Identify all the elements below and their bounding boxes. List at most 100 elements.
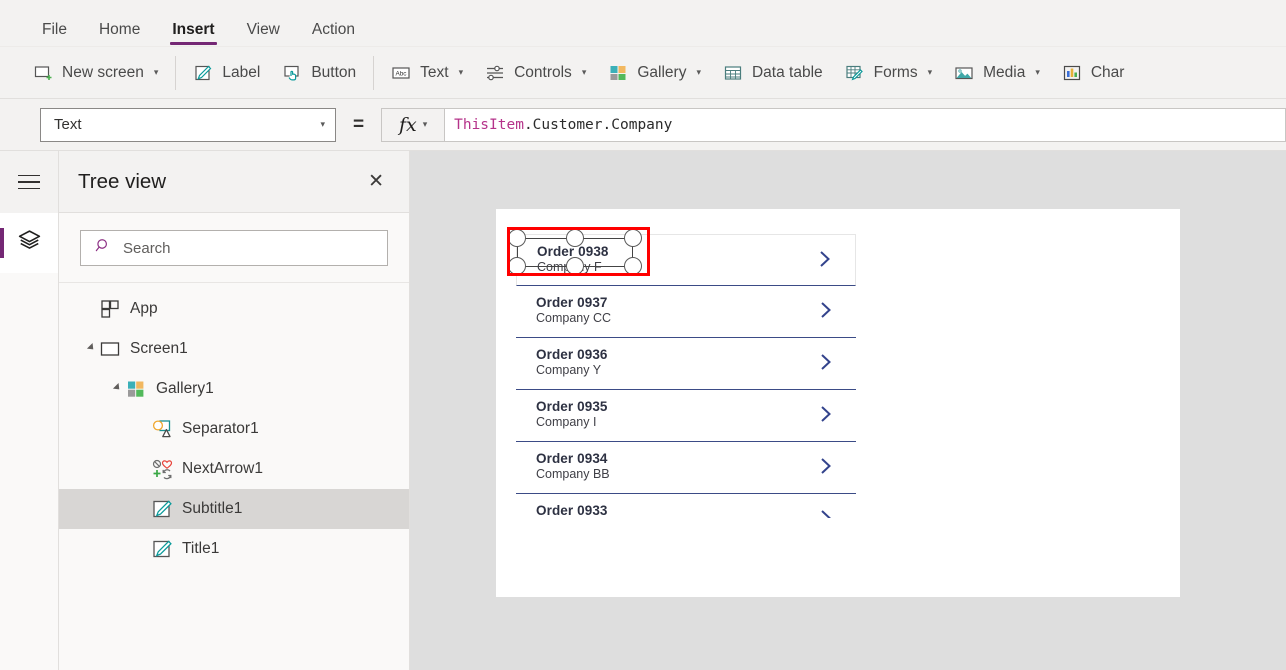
gallery-button[interactable]: Gallery ▾ (597, 56, 712, 90)
tree-item-title1[interactable]: Title1 (59, 529, 409, 569)
chevron-down-icon: ▾ (696, 67, 701, 77)
menu-item-view[interactable]: View (235, 21, 292, 47)
svg-text:Abc: Abc (396, 70, 408, 77)
button-button[interactable]: Button (271, 56, 367, 90)
tree-item-subtitle1[interactable]: Subtitle1 (59, 489, 409, 529)
screen-icon (99, 338, 121, 360)
gallery-row-subtitle: Company I (536, 415, 597, 429)
gallery-row[interactable]: Order 0937 Company CC (516, 286, 856, 338)
app-canvas[interactable]: Order 0938 Company F Order 0937 Company … (410, 151, 1286, 670)
charts-button-label: Char (1090, 63, 1125, 81)
new-screen-button[interactable]: New screen ▾ (22, 56, 169, 90)
tree-item-label: Separator1 (182, 420, 259, 437)
tree-item-nextarrow1[interactable]: NextArrow1 (59, 449, 409, 489)
twisty-expanded-icon[interactable] (83, 342, 99, 353)
formula-bar: Text ▾ = fx ▾ ThisItem .Customer.Company (0, 99, 1286, 151)
text-button-label: Text (420, 63, 449, 81)
menu-item-insert[interactable]: Insert (160, 21, 226, 47)
resize-handle-top-right[interactable] (624, 229, 642, 247)
formula-identifier-token: ThisItem (454, 116, 524, 133)
data-table-button[interactable]: Data table (712, 56, 834, 90)
resize-handle-top-left[interactable] (508, 229, 526, 247)
gallery-row-subtitle: Company Y (536, 363, 602, 377)
rail-item-tree-view[interactable] (0, 213, 58, 273)
tree-item-app[interactable]: App (59, 289, 409, 329)
chevron-down-icon: ▾ (1035, 67, 1040, 77)
charts-button[interactable]: Char (1051, 56, 1136, 90)
tree-item-label: NextArrow1 (182, 460, 263, 477)
next-arrow-icon[interactable] (818, 299, 834, 321)
next-arrow-icon[interactable] (818, 507, 834, 520)
chevron-down-icon: ▾ (581, 67, 587, 77)
label-button[interactable]: Label (182, 56, 271, 90)
media-button[interactable]: Media ▾ (943, 56, 1051, 90)
gallery-row[interactable]: Order 0938 Company F (507, 227, 856, 286)
forms-button[interactable]: Forms ▾ (834, 56, 943, 90)
property-dropdown[interactable]: Text ▾ (40, 107, 336, 142)
gallery-row-subtitle: Company CC (536, 311, 612, 325)
tree-view-header: Tree view ✕ (59, 151, 409, 213)
search-icon (95, 237, 112, 259)
next-arrow-icon[interactable] (818, 455, 834, 477)
gallery-row-title: Order 0935 (536, 399, 608, 414)
tree-item-screen1[interactable]: Screen1 (59, 329, 409, 369)
menu-item-home[interactable]: Home (87, 21, 152, 47)
data-table-icon (723, 63, 743, 83)
gallery-icon (608, 63, 628, 83)
gallery-row-title: Order 0936 (536, 347, 608, 362)
media-button-label: Media (983, 63, 1026, 81)
resize-handle-bottom-left[interactable] (508, 257, 526, 275)
fx-label: fx (398, 113, 417, 136)
text-icon: Abc (391, 63, 411, 83)
resize-handle-bottom-center[interactable] (566, 257, 584, 275)
chevron-down-icon: ▾ (422, 119, 428, 129)
chevron-down-icon: ▾ (320, 119, 325, 129)
tree-item-label: Screen1 (130, 340, 188, 357)
property-dropdown-value: Text (54, 116, 82, 133)
shapes-icon (151, 418, 173, 440)
resize-handle-top-center[interactable] (566, 229, 584, 247)
next-arrow-icon[interactable] (818, 403, 834, 425)
formula-rest-token: .Customer.Company (523, 116, 673, 133)
button-icon (282, 63, 302, 83)
search-input[interactable]: Search (80, 230, 388, 266)
next-arrow-icon[interactable] (818, 351, 834, 373)
hamburger-menu-button[interactable] (0, 151, 58, 213)
tree-item-separator1[interactable]: Separator1 (59, 409, 409, 449)
close-icon[interactable]: ✕ (368, 172, 384, 191)
tree-item-gallery1[interactable]: Gallery1 (59, 369, 409, 409)
gallery-row[interactable]: Order 0935 Company I (516, 390, 856, 442)
ribbon-divider (175, 55, 177, 90)
menu-item-file[interactable]: File (30, 21, 79, 47)
chevron-down-icon: ▾ (927, 67, 933, 77)
formula-input[interactable]: ThisItem .Customer.Company (445, 107, 1286, 142)
data-table-button-label: Data table (751, 63, 823, 81)
gallery-row-title: Order 0938 (537, 244, 609, 259)
controls-button[interactable]: Controls ▾ (474, 56, 597, 90)
tree-item-label: Gallery1 (156, 380, 214, 397)
forms-icon (845, 63, 865, 83)
resize-handle-bottom-right[interactable] (624, 257, 642, 275)
next-arrow-icon[interactable] (817, 248, 833, 270)
menu-item-action[interactable]: Action (300, 21, 367, 47)
gallery-row[interactable]: Order 0933 (516, 494, 856, 520)
screen1-canvas[interactable]: Order 0938 Company F Order 0937 Company … (496, 209, 1180, 597)
gallery-row[interactable]: Order 0934 Company BB (516, 442, 856, 494)
gallery-row-title: Order 0934 (536, 451, 608, 466)
gallery-row-title: Order 0937 (536, 295, 608, 310)
tree-view-list: App Screen1 Gallery1 Separator1 NextArro… (59, 283, 409, 569)
gallery-row[interactable]: Order 0936 Company Y (516, 338, 856, 390)
media-icon (954, 63, 974, 83)
search-placeholder: Search (123, 239, 171, 257)
rail-empty-area (0, 273, 58, 670)
twisty-expanded-icon[interactable] (109, 382, 125, 393)
label-icon (151, 498, 173, 520)
controls-icon (485, 63, 505, 83)
gallery1-control[interactable]: Order 0938 Company F Order 0937 Company … (507, 227, 856, 520)
text-button[interactable]: Abc Text ▾ (380, 56, 474, 90)
tree-item-label: Title1 (182, 540, 220, 557)
menu-bar: File Home Insert View Action (0, 0, 1286, 47)
gallery-row-title: Order 0933 (536, 503, 608, 518)
fx-button[interactable]: fx ▾ (381, 107, 446, 142)
tree-item-label: App (130, 300, 158, 317)
